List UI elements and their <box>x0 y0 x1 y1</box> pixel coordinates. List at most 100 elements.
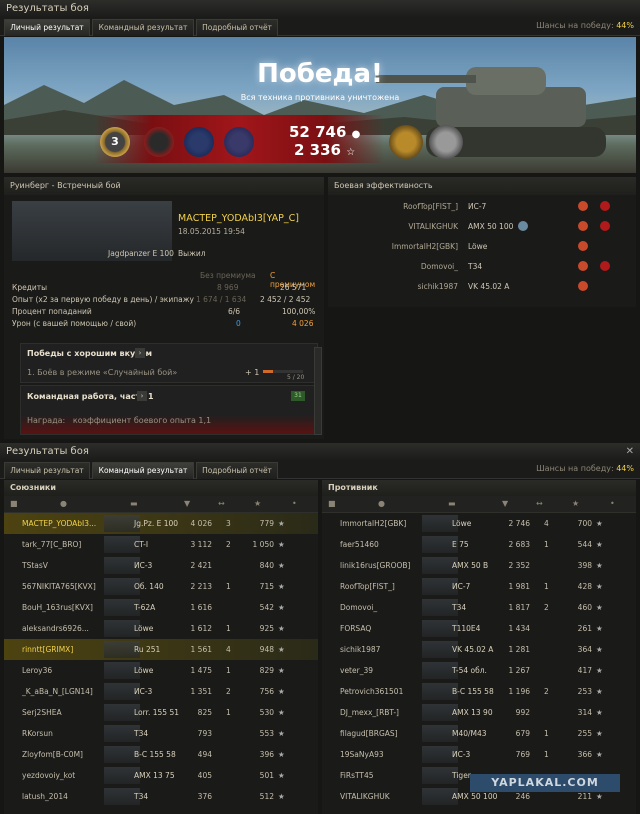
player-row[interactable]: Leroy36 Löwe 1 475 1 829 ★ <box>4 660 318 681</box>
tab-team-result[interactable]: Командный результат <box>92 19 194 36</box>
tank-name: T-54 обл. <box>452 666 487 675</box>
map-mode-header: Руинберг - Встречный бой <box>4 177 324 195</box>
player-row[interactable]: Domovoi_ T34 1 817 2 460 ★ <box>322 597 636 618</box>
star-icon: ★ <box>596 729 603 738</box>
survival-status: Выжил <box>178 249 206 258</box>
player-column-icon[interactable]: ● <box>60 499 67 508</box>
xp-column-icon[interactable]: ★ <box>254 499 261 508</box>
player-row[interactable]: linik16rus[GROOB] AMX 50 B 2 352 398 ★ <box>322 555 636 576</box>
player-row[interactable]: tark_77[C_BRO] CT-I 3 112 2 1 050 ★ <box>4 534 318 555</box>
window-title: Результаты боя <box>0 0 640 17</box>
quest-teamwork[interactable]: Командная работа, часть 1 › 31 Награда: … <box>20 385 318 435</box>
xp-value: 925 <box>259 624 274 633</box>
player-row[interactable]: Serj2SHEA Lorr. 155 51 825 1 530 ★ <box>4 702 318 723</box>
kills-column-icon[interactable]: ↔ <box>536 499 543 508</box>
medal-icon[interactable] <box>389 125 423 159</box>
player-name: FORSAQ <box>340 624 372 633</box>
chevron-right-icon[interactable]: › <box>137 391 147 401</box>
star-icon: ★ <box>278 666 285 675</box>
quest-good-taste[interactable]: Победы с хорошим вкусом › 1. Боёв в режи… <box>20 343 318 383</box>
mastery-badge-icon[interactable]: 3 <box>100 127 130 157</box>
tank-column-icon[interactable]: ▬ <box>448 499 456 508</box>
player-row[interactable]: _K_aBa_N_[LGN14] ИС-3 1 351 2 756 ★ <box>4 681 318 702</box>
battle-results-window-team: Результаты боя ✕ Личный результат Командн… <box>0 443 640 814</box>
kills-value: 2 <box>226 540 231 549</box>
medal-icon[interactable] <box>429 125 463 159</box>
star-icon: ★ <box>596 645 603 654</box>
efficiency-row[interactable]: ImmortalH2[GBK] Löwe <box>328 237 636 256</box>
damage-column-icon[interactable]: ▼ <box>184 499 190 508</box>
quest-scrollbar[interactable] <box>314 347 322 435</box>
player-name: VITALIKGHUK <box>340 792 390 801</box>
player-row[interactable]: 19SaNyA93 ИС-3 769 1 366 ★ <box>322 744 636 765</box>
player-row[interactable]: sichik1987 VK 45.02 A 1 281 364 ★ <box>322 639 636 660</box>
efficiency-row[interactable]: RoofTop[FIST_] ИС-7 <box>328 197 636 216</box>
kills-value: 1 <box>226 666 231 675</box>
efficiency-row[interactable]: sichik1987 VK 45.02 A <box>328 277 636 296</box>
player-row[interactable]: Zloyfom[B-C0M] B-C 155 58 494 396 ★ <box>4 744 318 765</box>
player-column-icon[interactable]: ● <box>378 499 385 508</box>
xp-value: 542 <box>259 603 274 612</box>
kills-value: 4 <box>226 645 231 654</box>
player-row[interactable]: Petrovich361501 B-C 155 58 1 196 2 253 ★ <box>322 681 636 702</box>
chevron-right-icon[interactable]: › <box>135 348 145 358</box>
damage-value: 1 196 <box>508 687 530 696</box>
kills-column-icon[interactable]: ↔ <box>218 499 225 508</box>
damage-value: 376 <box>197 792 212 801</box>
player-row[interactable]: RKorsun T34 793 553 ★ <box>4 723 318 744</box>
damage-icon <box>578 201 588 211</box>
player-row[interactable]: latush_2014 T34 376 512 ★ <box>4 786 318 807</box>
tank-name: T110E4 <box>452 624 481 633</box>
personal-result-panel: Руинберг - Встречный бой МАСТЕР_YODAbI3[… <box>4 177 324 439</box>
tab-detailed-report[interactable]: Подробный отчёт <box>196 462 278 479</box>
tab-personal-result[interactable]: Личный результат <box>4 19 90 36</box>
player-row[interactable]: RoofTop[FIST_] ИС-7 1 981 1 428 ★ <box>322 576 636 597</box>
squad-column-icon[interactable]: ■ <box>10 499 18 508</box>
squad-column-icon[interactable]: ■ <box>328 499 336 508</box>
efficiency-row[interactable]: Domovoi_ T34 <box>328 257 636 276</box>
close-icon[interactable]: ✕ <box>626 443 634 460</box>
tab-detailed-report[interactable]: Подробный отчёт <box>196 19 278 36</box>
player-row[interactable]: DJ_mexx_[RBT-] AMX 13 90 992 314 ★ <box>322 702 636 723</box>
tank-name: E 75 <box>452 540 469 549</box>
player-name: latush_2014 <box>22 792 68 801</box>
star-icon: ★ <box>596 792 603 801</box>
player-row[interactable]: aleksandrs6926... Löwe 1 612 1 925 ★ <box>4 618 318 639</box>
tab-team-result[interactable]: Командный результат <box>92 462 194 479</box>
player-row[interactable]: ImmortalH2[GBK] Löwe 2 746 4 700 ★ <box>322 513 636 534</box>
efficiency-header: Боевая эффективность <box>328 177 636 195</box>
star-icon: ★ <box>596 582 603 591</box>
star-icon: ★ <box>596 687 603 696</box>
damage-value: 1 616 <box>190 603 212 612</box>
player-row[interactable]: МАСТЕР_YODAbI3... Jg.Pz. E 100 4 026 3 779 ★ <box>4 513 318 534</box>
player-row[interactable]: yezdovoiy_kot AMX 13 75 405 501 ★ <box>4 765 318 786</box>
player-row[interactable]: veter_39 T-54 обл. 1 267 417 ★ <box>322 660 636 681</box>
kills-value: 1 <box>226 708 231 717</box>
player-row[interactable]: TStasV ИС-3 2 421 840 ★ <box>4 555 318 576</box>
xp-value: 840 <box>259 561 274 570</box>
star-icon: ★ <box>278 645 285 654</box>
player-row[interactable]: FORSAQ T110E4 1 434 261 ★ <box>322 618 636 639</box>
achievement-icon[interactable] <box>144 127 174 157</box>
player-row[interactable]: faer51460 E 75 2 683 1 544 ★ <box>322 534 636 555</box>
player-row[interactable]: 567NIKITA765[KVX] Об. 140 2 213 1 715 ★ <box>4 576 318 597</box>
xp-value: 530 <box>259 708 274 717</box>
tab-personal-result[interactable]: Личный результат <box>4 462 90 479</box>
damage-column-icon[interactable]: ▼ <box>502 499 508 508</box>
damage-value: 1 561 <box>190 645 212 654</box>
tank-column-icon[interactable]: ▬ <box>130 499 138 508</box>
achievement-icon[interactable] <box>224 127 254 157</box>
efficiency-row[interactable]: VITALIKGHUK AMX 50 100 <box>328 217 636 236</box>
player-row[interactable]: BouH_163rus[KVX] T-62A 1 616 542 ★ <box>4 597 318 618</box>
xp-value: 501 <box>259 771 274 780</box>
xp-column-icon[interactable]: ★ <box>572 499 579 508</box>
kills-value: 1 <box>226 624 231 633</box>
player-row[interactable]: rinntt[GRIMX] Ru 251 1 561 4 948 ★ <box>4 639 318 660</box>
medal-column-icon[interactable]: • <box>292 499 297 508</box>
medal-column-icon[interactable]: • <box>610 499 615 508</box>
tank-name: T-62A <box>134 603 156 612</box>
damage-value: 1 817 <box>508 603 530 612</box>
damage-value: 825 <box>197 708 212 717</box>
achievement-icon[interactable] <box>184 127 214 157</box>
player-row[interactable]: filagud[BRGAS] M40/M43 679 1 255 ★ <box>322 723 636 744</box>
